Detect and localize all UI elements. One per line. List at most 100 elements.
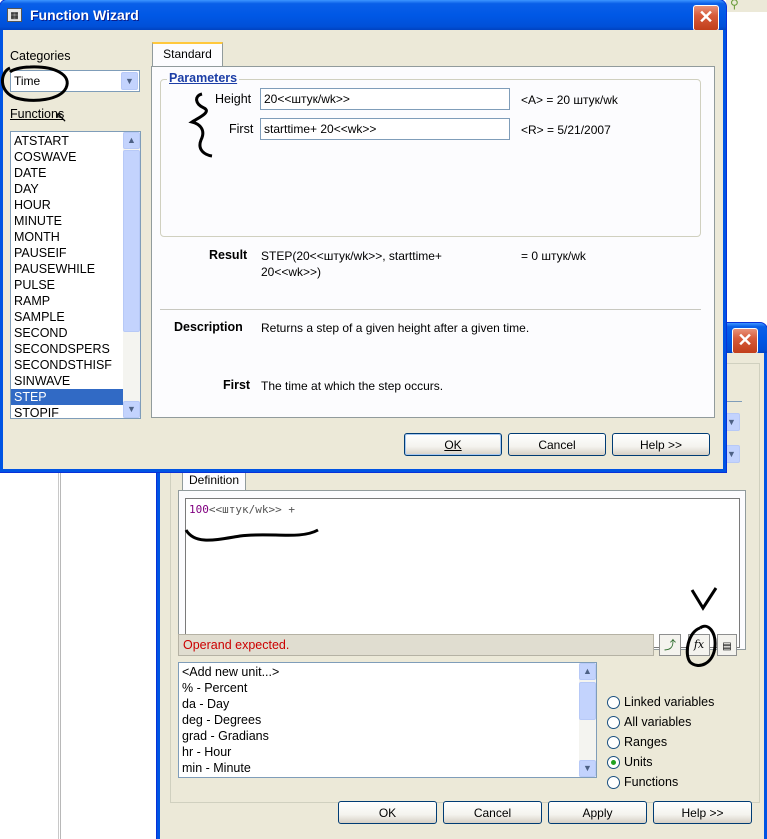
function-item[interactable]: SAMPLE [11,309,140,325]
function-item[interactable]: SINWAVE [11,373,140,389]
functions-scroll-thumb[interactable] [123,150,140,332]
pin-icon: ⚲ [730,0,739,11]
functions-scroll-up[interactable]: ▲ [123,132,140,149]
result-divider [160,309,701,310]
category-combobox[interactable]: Time ▼ [10,70,140,92]
app-icon: ▦ [7,8,22,22]
close-icon: ✕ [737,330,753,350]
function-item[interactable]: DATE [11,165,140,181]
radio-button[interactable] [607,696,620,709]
first-label: First [229,122,254,136]
units-list[interactable]: <Add new unit...>% - Percent da - Day deg … [178,662,597,778]
height-input[interactable]: 20<<штук/wk>> [260,88,510,110]
editor-help-button[interactable]: Help >> [653,801,752,824]
radio-button[interactable] [607,716,620,729]
function-item[interactable]: PULSE [11,277,140,293]
unit-item[interactable]: hr - Hour [179,744,596,760]
function-item[interactable]: ATSTART [11,133,140,149]
fx-icon: fx [693,638,705,651]
chevron-down-icon[interactable]: ▼ [121,72,138,90]
result-expression-line2: 20<<wk>>) [261,265,322,279]
expand-button[interactable]: ▤ [717,634,737,656]
first-input[interactable]: starttime+ 20<<wk>> [260,118,510,140]
wizard-close-button[interactable]: ✕ [693,5,719,31]
tab-definition[interactable]: Definition [182,469,246,491]
function-item[interactable]: PAUSEWHILE [11,261,140,277]
first-description-text: The time at which the step occurs. [261,379,444,393]
function-item[interactable]: SECONDSPERS [11,341,140,357]
function-item[interactable]: STOPIF [11,405,140,418]
unit-item[interactable]: grad - Gradians [179,728,596,744]
height-evaluation: <A> = 20 штук/wk [521,93,618,107]
parameters-label: Parameters [167,71,240,85]
category-value: Time [14,74,41,88]
function-item[interactable]: RAMP [11,293,140,309]
function-item[interactable]: MONTH [11,229,140,245]
close-icon: ✕ [698,7,714,27]
radio-label[interactable]: All variables [624,715,691,729]
definition-operator: + [281,503,295,516]
function-wizard-window: ▦ Function Wizard ✕ Categories Time ▼ Fu… [0,0,726,472]
result-evaluation: = 0 штук/wk [521,249,586,263]
definition-number: 100 [189,503,209,516]
radio-button[interactable] [607,736,620,749]
tab-standard[interactable]: Standard [152,42,223,67]
background-divider [58,470,59,839]
function-wizard-button[interactable]: fx [688,634,710,656]
radio-label[interactable]: Ranges [624,735,667,749]
function-item[interactable]: DAY [11,181,140,197]
units-scroll-up[interactable]: ▲ [579,663,596,680]
definition-unit: <<штук/wk>> [208,503,282,516]
description-text: Returns a step of a given height after a… [261,321,530,335]
graph-icon: ⤴ [663,638,676,652]
function-item[interactable]: SECONDSTHISF [11,357,140,373]
result-expression-line1: STEP(20<<штук/wk>>, starttime+ [261,249,442,263]
background-app-panel [0,470,61,839]
radio-label[interactable]: Functions [624,775,678,789]
function-item[interactable]: HOUR [11,197,140,213]
functions-scroll-down[interactable]: ▼ [123,401,140,418]
unit-item[interactable]: deg - Degrees [179,712,596,728]
function-item[interactable]: SECOND [11,325,140,341]
editor-cancel-button[interactable]: Cancel [443,801,542,824]
description-label: Description [174,320,243,334]
radio-label[interactable]: Linked variables [624,695,714,709]
first-description-label: First [223,378,251,392]
unit-item[interactable]: <Add new unit...> [179,664,596,680]
functions-scrollbar[interactable]: ▲ ▼ [123,132,140,418]
mouse-cursor-icon: ↖ [55,109,68,126]
radio-label[interactable]: Units [624,755,652,769]
function-item[interactable]: PAUSEIF [11,245,140,261]
units-scroll-down[interactable]: ▼ [579,760,596,777]
functions-list-items: ATSTART COSWAVE DATE DAY HOUR MINUTE MONTH PAUS… [11,133,140,418]
editor-ok-button[interactable]: OK [338,801,437,824]
definition-textarea[interactable]: 100<<штук/wk>> + [185,498,740,648]
functions-list[interactable]: ATSTART COSWAVE DATE DAY HOUR MINUTE MONTH PAUS… [10,131,141,419]
wizard-ok-button[interactable]: OK [404,433,502,456]
unit-item[interactable]: da - Day [179,696,596,712]
editor-apply-button[interactable]: Apply [548,801,647,824]
background-toolbar-strip: ⚲ [726,0,767,12]
function-item[interactable]: COSWAVE [11,149,140,165]
error-message: Operand expected. [183,638,290,652]
wizard-cancel-button[interactable]: Cancel [508,433,606,456]
categories-label: Categories [10,49,71,63]
radio-button[interactable] [607,776,620,789]
function-item[interactable]: STEP [11,389,140,405]
first-evaluation: <R> = 5/21/2007 [521,123,611,137]
unit-item[interactable]: min - Minute [179,760,596,776]
radio-button[interactable] [607,756,620,769]
unit-item[interactable]: % - Percent [179,680,596,696]
wizard-client: Categories Time ▼ Functions ↖ ATSTART COS… [3,30,723,469]
function-item[interactable]: MINUTE [11,213,140,229]
graph-button[interactable]: ⤴ [659,634,681,656]
height-label: Height [215,92,252,106]
wizard-help-button[interactable]: Help >> [612,433,710,456]
wizard-titlebar: ▦ Function Wizard [0,0,726,30]
units-scrollbar[interactable]: ▲ ▼ [579,663,596,777]
editor-close-button[interactable]: ✕ [732,328,758,354]
expand-icon: ▤ [722,641,732,652]
error-bar: Operand expected. [178,634,654,656]
wizard-title: Function Wizard [30,7,139,23]
units-scroll-thumb[interactable] [579,682,596,720]
